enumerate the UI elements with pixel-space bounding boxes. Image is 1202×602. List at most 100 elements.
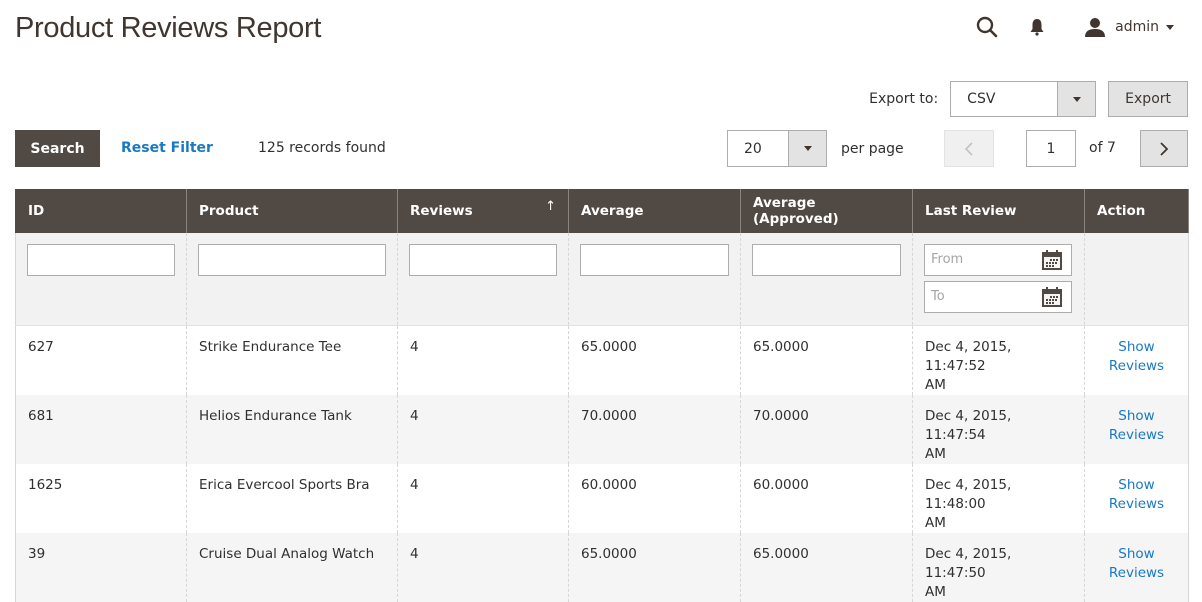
- column-header-last-review[interactable]: Last Review: [912, 189, 1085, 233]
- cell-action: Show Reviews: [1084, 463, 1189, 533]
- cell-product: Erica Evercool Sports Bra: [186, 463, 398, 533]
- search-button[interactable]: Search: [15, 130, 100, 167]
- cell-last-review: Dec 4, 2015, 11:47:54 AM: [912, 394, 1085, 464]
- column-label: Product: [199, 203, 259, 219]
- per-page-select[interactable]: 20: [727, 130, 827, 167]
- table-row[interactable]: 627 Strike Endurance Tee 4 65.0000 65.00…: [15, 325, 1189, 395]
- export-format-select[interactable]: CSV: [950, 81, 1097, 117]
- cell-average: 65.0000: [568, 325, 741, 395]
- cell-product: Helios Endurance Tank: [186, 394, 398, 464]
- cell-last-review: Dec 4, 2015, 11:47:52 AM: [912, 325, 1085, 395]
- sort-ascending-icon: ↑: [545, 199, 556, 214]
- grid-toolbar: Search Reset Filter 125 records found 20…: [15, 130, 1188, 167]
- calendar-icon[interactable]: [1041, 249, 1063, 271]
- dropdown-arrow-icon[interactable]: [788, 131, 826, 166]
- column-label: Average (Approved): [753, 195, 839, 227]
- column-label: ID: [28, 203, 45, 219]
- column-label: Last Review: [925, 203, 1017, 219]
- filter-reviews-input[interactable]: [409, 244, 557, 276]
- last-review-date: Dec 4, 2015, 11:48:00: [925, 476, 1012, 512]
- date-to-placeholder: To: [931, 289, 945, 304]
- header-actions: admin: [975, 12, 1174, 42]
- page-number-value: 1: [1046, 140, 1056, 157]
- last-review-ampm: AM: [925, 583, 946, 600]
- last-review-date: Dec 4, 2015, 11:47:52: [925, 338, 1012, 374]
- user-icon: [1083, 12, 1107, 42]
- export-button[interactable]: Export: [1108, 81, 1188, 117]
- table-row[interactable]: 1625 Erica Evercool Sports Bra 4 60.0000…: [15, 463, 1189, 533]
- grid-header-row: ID Product Reviews ↑ Average Average (App…: [15, 189, 1189, 233]
- filter-average-input[interactable]: [580, 244, 729, 276]
- show-reviews-link[interactable]: Show Reviews: [1109, 339, 1164, 374]
- cell-average-approved: 65.0000: [740, 325, 913, 395]
- cell-action: Show Reviews: [1084, 394, 1189, 464]
- records-count: 125 records found: [258, 140, 386, 156]
- chevron-left-icon: [964, 141, 973, 156]
- filter-id-input[interactable]: [27, 244, 175, 276]
- cell-average: 60.0000: [568, 463, 741, 533]
- column-header-reviews[interactable]: Reviews ↑: [397, 189, 569, 233]
- column-header-average[interactable]: Average: [568, 189, 741, 233]
- cell-id: 39: [15, 532, 187, 602]
- last-review-ampm: AM: [925, 514, 946, 531]
- show-reviews-link[interactable]: Show Reviews: [1109, 408, 1164, 443]
- cell-product: Strike Endurance Tee: [186, 325, 398, 395]
- user-menu[interactable]: admin: [1083, 12, 1174, 42]
- reviews-grid: ID Product Reviews ↑ Average Average (App…: [15, 189, 1189, 602]
- export-label: Export to:: [869, 91, 939, 107]
- cell-average-approved: 70.0000: [740, 394, 913, 464]
- page-number-input[interactable]: 1: [1026, 130, 1076, 167]
- cell-reviews: 4: [397, 325, 569, 395]
- cell-id: 681: [15, 394, 187, 464]
- last-review-ampm: AM: [925, 376, 946, 393]
- cell-action: Show Reviews: [1084, 532, 1189, 602]
- cell-id: 1625: [15, 463, 187, 533]
- table-row[interactable]: 681 Helios Endurance Tank 4 70.0000 70.0…: [15, 394, 1189, 464]
- cell-last-review: Dec 4, 2015, 11:47:50 AM: [912, 532, 1085, 602]
- cell-action: Show Reviews: [1084, 325, 1189, 395]
- chevron-down-icon: [1166, 24, 1174, 30]
- bell-icon[interactable]: [1025, 12, 1049, 42]
- cell-average-approved: 65.0000: [740, 532, 913, 602]
- cell-reviews: 4: [397, 532, 569, 602]
- user-name: admin: [1115, 19, 1159, 35]
- export-format-value: CSV: [967, 91, 996, 107]
- chevron-right-icon: [1160, 141, 1169, 156]
- filter-last-review-from[interactable]: From: [924, 244, 1072, 276]
- column-header-product[interactable]: Product: [186, 189, 398, 233]
- show-reviews-link[interactable]: Show Reviews: [1109, 546, 1164, 581]
- previous-page-button[interactable]: [944, 130, 994, 167]
- column-header-action: Action: [1084, 189, 1189, 233]
- filter-product-input[interactable]: [198, 244, 386, 276]
- reset-filter-link[interactable]: Reset Filter: [121, 140, 213, 156]
- next-page-button[interactable]: [1140, 130, 1188, 167]
- search-icon[interactable]: [975, 12, 999, 42]
- per-page-label: per page: [841, 140, 904, 157]
- table-row[interactable]: 39 Cruise Dual Analog Watch 4 65.0000 65…: [15, 532, 1189, 602]
- column-header-id[interactable]: ID: [15, 189, 187, 233]
- column-label: Average: [581, 203, 644, 219]
- last-review-date: Dec 4, 2015, 11:47:54: [925, 407, 1012, 443]
- calendar-icon[interactable]: [1041, 286, 1063, 308]
- column-header-average-approved[interactable]: Average (Approved): [740, 189, 913, 233]
- last-review-date: Dec 4, 2015, 11:47:50: [925, 545, 1012, 581]
- cell-average: 65.0000: [568, 532, 741, 602]
- show-reviews-link[interactable]: Show Reviews: [1109, 477, 1164, 512]
- page-title: Product Reviews Report: [15, 12, 322, 44]
- per-page-value: 20: [744, 140, 762, 157]
- export-controls: Export to: CSV Export: [869, 81, 1188, 117]
- filter-last-review-to[interactable]: To: [924, 281, 1072, 313]
- last-review-ampm: AM: [925, 445, 946, 462]
- cell-average-approved: 60.0000: [740, 463, 913, 533]
- cell-last-review: Dec 4, 2015, 11:48:00 AM: [912, 463, 1085, 533]
- filter-average-approved-input[interactable]: [752, 244, 901, 276]
- dropdown-arrow-icon[interactable]: [1057, 82, 1096, 116]
- cell-id: 627: [15, 325, 187, 395]
- column-label: Action: [1097, 203, 1146, 219]
- total-pages: of 7: [1089, 140, 1116, 156]
- cell-average: 70.0000: [568, 394, 741, 464]
- cell-product: Cruise Dual Analog Watch: [186, 532, 398, 602]
- per-page-control: 20 per page: [727, 130, 904, 167]
- cell-reviews: 4: [397, 394, 569, 464]
- filter-row: From To: [15, 233, 1189, 326]
